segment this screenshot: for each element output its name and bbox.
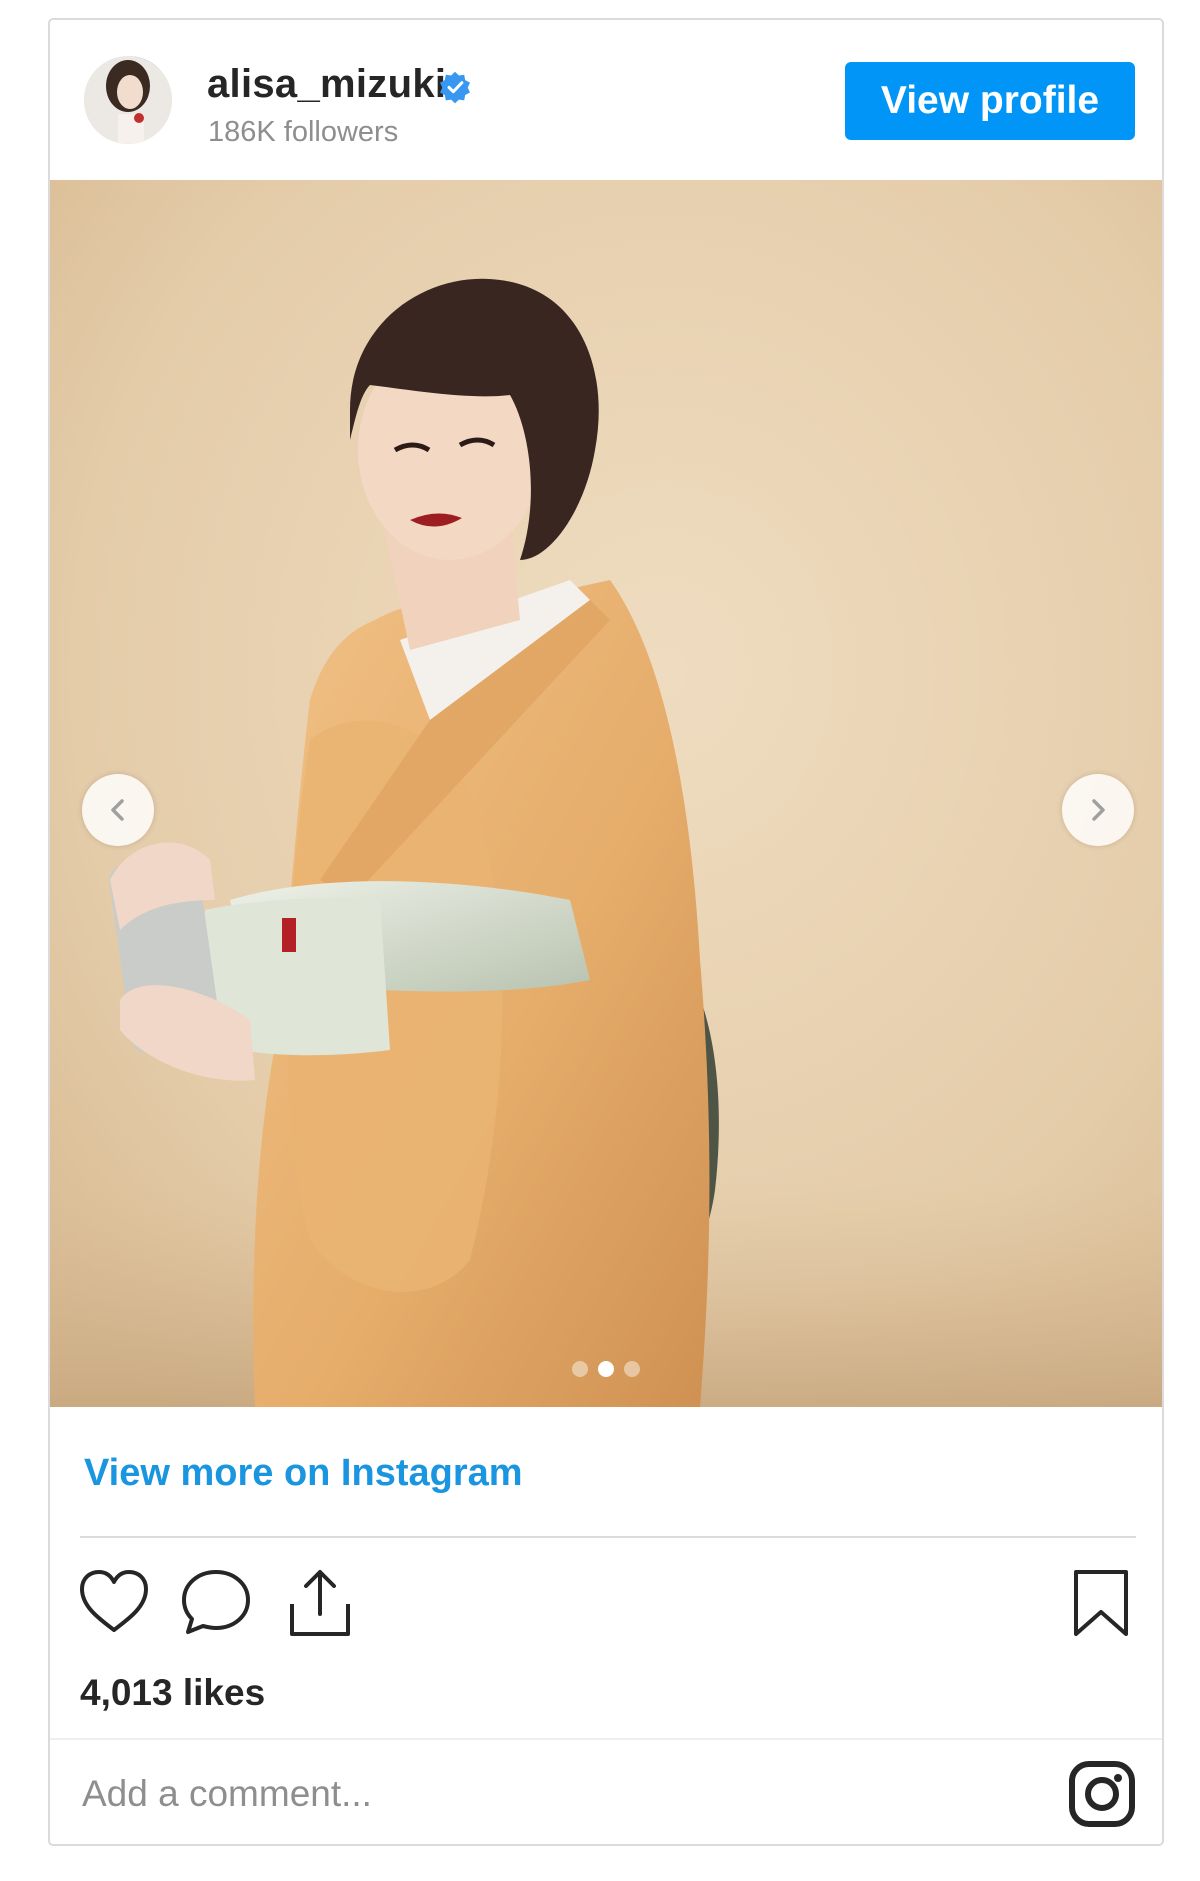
instagram-logo-icon[interactable] [1068,1760,1136,1828]
follower-count: 186K followers [208,116,399,148]
chevron-right-icon [1092,799,1105,821]
like-count: 4,013 likes [80,1672,266,1713]
carousel-prev-button[interactable] [82,774,154,846]
username[interactable]: alisa_mizuki [207,62,446,107]
verified-badge-icon [440,71,470,104]
post-photo[interactable] [50,180,1162,1407]
avatar[interactable] [84,56,172,144]
carousel-dot-active [598,1361,614,1377]
view-profile-button[interactable]: View profile [845,62,1135,140]
bookmark-icon[interactable] [1072,1568,1130,1638]
carousel-dot [624,1361,640,1377]
comment-bubble-icon[interactable] [180,1568,252,1636]
comment-input[interactable] [80,1765,984,1823]
carousel-dot [572,1361,588,1377]
heart-icon[interactable] [78,1568,150,1634]
post-header: alisa_mizuki 186K followers View profile [50,20,1162,180]
divider [50,1738,1162,1740]
chevron-left-icon [111,799,124,821]
share-icon[interactable] [286,1568,354,1638]
divider [80,1536,1136,1538]
carousel-indicator [572,1361,640,1377]
carousel-next-button[interactable] [1062,774,1134,846]
instagram-embed-card: alisa_mizuki 186K followers View profile [48,18,1164,1846]
view-more-link[interactable]: View more on Instagram [84,1452,523,1495]
